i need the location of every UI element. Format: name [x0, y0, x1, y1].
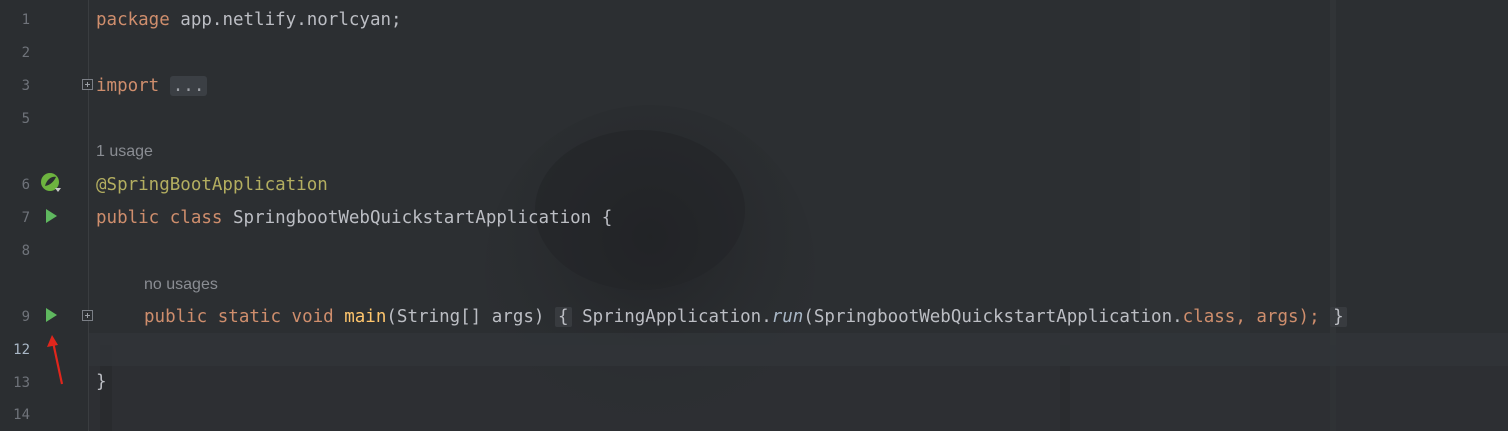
fold-expand-icon[interactable]	[82, 79, 93, 90]
params: (String[] args)	[386, 307, 545, 327]
folded-brace-open[interactable]: {	[554, 307, 572, 327]
package-name: app.netlify.norlcyan;	[169, 10, 402, 30]
run-gutter-icon[interactable]	[44, 208, 58, 224]
code-line-7[interactable]: public class SpringbootWebQuickstartAppl…	[96, 207, 612, 229]
line-number[interactable]: 7	[0, 209, 30, 227]
class-name: SpringbootWebQuickstartApplication	[233, 208, 592, 228]
args-end: , args);	[1235, 307, 1320, 327]
code-editor[interactable]: 1 2 3 5 6 7 8 9 12 13 14 package app.net…	[0, 0, 1508, 431]
gutter-separator	[88, 0, 89, 431]
folded-brace-close[interactable]: }	[1330, 307, 1347, 327]
call-args: (SpringbootWebQuickstartApplication.	[803, 307, 1183, 327]
call-class: SpringApplication.	[582, 307, 772, 327]
annotation: @SpringBootApplication	[96, 175, 328, 195]
keyword: public	[144, 307, 208, 327]
spring-boot-icon[interactable]	[40, 172, 62, 194]
line-number[interactable]: 14	[0, 406, 30, 424]
call-method: run	[771, 307, 804, 327]
brace: {	[601, 208, 613, 228]
usage-hint[interactable]: 1 usage	[96, 142, 153, 162]
keyword: import	[96, 76, 160, 96]
keyword: package	[96, 10, 170, 30]
code-line-6[interactable]: @SpringBootApplication	[96, 174, 328, 196]
line-number-current[interactable]: 12	[0, 341, 30, 359]
code-line-13[interactable]: }	[96, 371, 107, 393]
run-main-gutter-icon[interactable]	[44, 307, 58, 323]
code-line-3[interactable]: import ...	[96, 75, 208, 97]
keyword: class	[1182, 307, 1236, 327]
keyword: void	[291, 307, 334, 327]
code-line-9[interactable]: public static void main(String[] args) {…	[144, 306, 1347, 328]
current-line-highlight	[0, 333, 1508, 366]
line-number[interactable]: 6	[0, 176, 30, 194]
method-name: main	[344, 307, 387, 327]
brace: }	[96, 372, 107, 392]
line-number[interactable]: 5	[0, 110, 30, 128]
usage-hint[interactable]: no usages	[144, 275, 218, 295]
line-number[interactable]: 9	[0, 308, 30, 326]
keyword: public	[96, 208, 160, 228]
code-line-1[interactable]: package app.netlify.norlcyan;	[96, 9, 402, 31]
fold-expand-icon[interactable]	[82, 310, 93, 321]
line-number[interactable]: 1	[0, 11, 30, 29]
red-arrow-annotation	[47, 335, 64, 385]
folded-imports[interactable]: ...	[169, 76, 208, 96]
line-number[interactable]: 2	[0, 44, 30, 62]
line-number[interactable]: 13	[0, 374, 30, 392]
keyword: static	[217, 307, 281, 327]
line-number[interactable]: 8	[0, 242, 30, 260]
keyword: class	[169, 208, 223, 228]
line-number[interactable]: 3	[0, 77, 30, 95]
